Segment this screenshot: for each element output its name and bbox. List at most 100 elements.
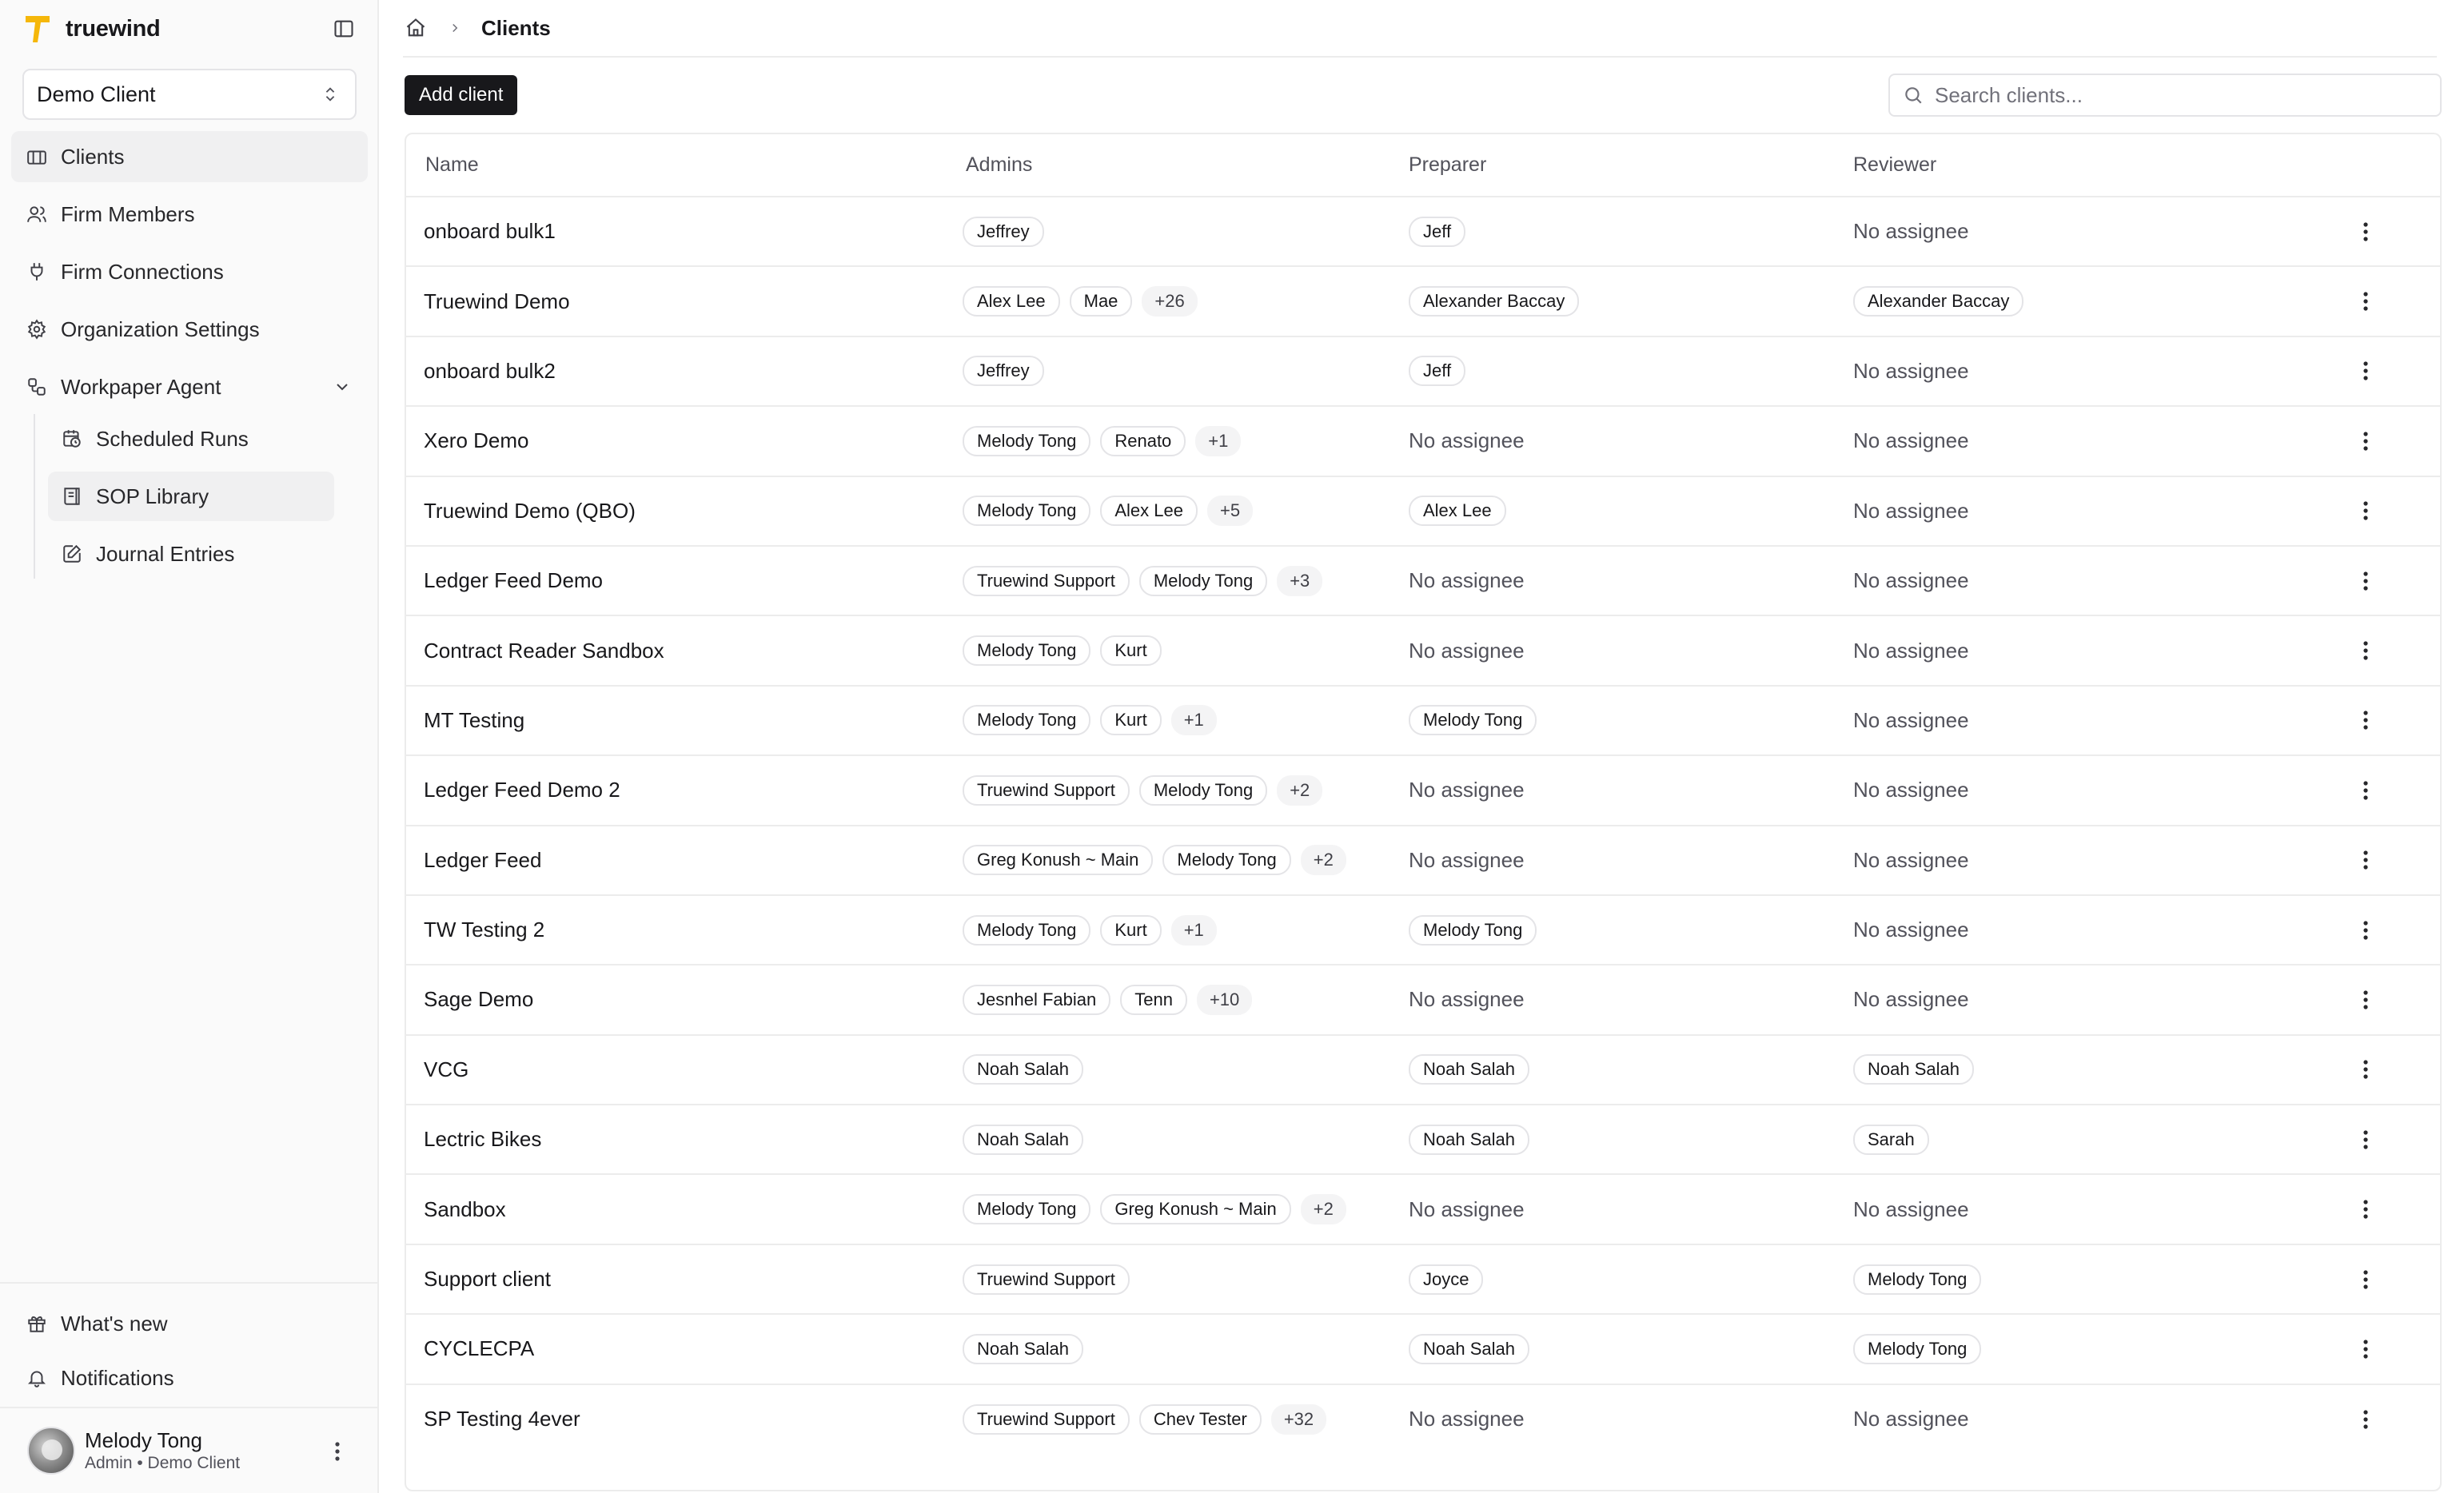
column-header-preparer[interactable]: Preparer (1409, 134, 1853, 197)
admin-chip[interactable]: Alex Lee (1100, 496, 1198, 527)
brand[interactable]: truewind (24, 13, 161, 45)
client-name[interactable]: CYCLECPA (424, 1336, 534, 1360)
reviewer-chip[interactable]: Alexander Baccay (1853, 286, 2024, 317)
sidebar-toggle-button[interactable] (331, 16, 357, 42)
client-name-cell[interactable]: Truewind Demo (QBO) (406, 476, 963, 547)
client-name[interactable]: MT Testing (424, 708, 524, 732)
admin-chip[interactable]: Kurt (1100, 635, 1162, 667)
admin-more-chip[interactable]: +3 (1277, 565, 1323, 596)
nav-item-organization-settings[interactable]: Organization Settings (11, 304, 368, 355)
client-name-cell[interactable]: Ledger Feed Demo (406, 545, 963, 617)
row-actions-button[interactable] (2354, 914, 2378, 946)
admin-more-chip[interactable]: +10 (1196, 984, 1253, 1015)
preparer-chip[interactable]: Jeff (1409, 356, 1466, 387)
nav-item-clients[interactable]: Clients (11, 131, 368, 182)
admin-chip[interactable]: Greg Konush ~ Main (963, 845, 1154, 876)
admin-chip[interactable]: Melody Tong (1138, 565, 1268, 596)
reviewer-unassigned[interactable]: No assignee (1853, 848, 1969, 872)
admin-chip[interactable]: Jeffrey (963, 356, 1044, 387)
nav-item-workpaper-agent[interactable]: Workpaper Agent (11, 361, 368, 412)
admin-chip[interactable]: Tenn (1120, 984, 1187, 1015)
admin-chip[interactable]: Mae (1069, 286, 1133, 317)
preparer-unassigned[interactable]: No assignee (1409, 568, 1525, 592)
preparer-unassigned[interactable]: No assignee (1409, 987, 1525, 1011)
admin-chip[interactable]: Chev Tester (1138, 1403, 1262, 1435)
reviewer-unassigned[interactable]: No assignee (1853, 918, 1969, 942)
client-name-cell[interactable]: Xero Demo (406, 406, 963, 477)
client-name-cell[interactable]: Support client (406, 1244, 963, 1316)
search-box[interactable] (1888, 74, 2442, 117)
breadcrumb-home[interactable] (403, 15, 429, 41)
preparer-chip[interactable]: Noah Salah (1409, 1333, 1529, 1364)
client-name[interactable]: Truewind Demo (424, 289, 570, 313)
admin-more-chip[interactable]: +26 (1142, 286, 1198, 317)
row-actions-button[interactable] (2354, 844, 2378, 876)
row-actions-button[interactable] (2354, 216, 2378, 248)
reviewer-unassigned[interactable]: No assignee (1853, 708, 1969, 732)
client-name-cell[interactable]: Ledger Feed Demo 2 (406, 755, 963, 826)
admin-more-chip[interactable]: +2 (1300, 845, 1346, 876)
row-actions-button[interactable] (2354, 984, 2378, 1016)
client-name-cell[interactable]: Sandbox (406, 1174, 963, 1245)
admin-chip[interactable]: Jeffrey (963, 216, 1044, 247)
client-name-cell[interactable]: onboard bulk1 (406, 197, 963, 268)
add-client-button[interactable]: Add client (405, 75, 518, 115)
client-name[interactable]: onboard bulk1 (424, 219, 556, 243)
admin-chip[interactable]: Melody Tong (963, 914, 1091, 946)
admin-chip[interactable]: Greg Konush ~ Main (1100, 1194, 1291, 1225)
client-name[interactable]: Lectric Bikes (424, 1127, 541, 1151)
row-actions-button[interactable] (2354, 1193, 2378, 1225)
admin-chip[interactable]: Melody Tong (963, 635, 1091, 667)
client-name[interactable]: SP Testing 4ever (424, 1407, 580, 1431)
reviewer-unassigned[interactable]: No assignee (1853, 428, 1969, 452)
table-row[interactable]: TW Testing 2 Melody Tong Kurt +1 Melody Tong… (406, 894, 2440, 966)
client-name[interactable]: VCG (424, 1057, 468, 1081)
table-row[interactable]: Contract Reader Sandbox Melody Tong Kurt No… (406, 615, 2440, 687)
client-name[interactable]: Sage Demo (424, 987, 533, 1011)
reviewer-chip[interactable]: Melody Tong (1853, 1264, 1982, 1295)
table-row[interactable]: Ledger Feed Greg Konush ~ Main Melody Tong… (406, 825, 2440, 896)
row-actions-button[interactable] (2354, 355, 2378, 387)
row-actions-button[interactable] (2354, 495, 2378, 527)
admin-more-chip[interactable]: +1 (1170, 705, 1217, 736)
preparer-chip[interactable]: Melody Tong (1409, 705, 1537, 736)
nav-item-firm-members[interactable]: Firm Members (11, 189, 368, 240)
admin-chip[interactable]: Renato (1100, 425, 1186, 456)
preparer-chip[interactable]: Noah Salah (1409, 1054, 1529, 1085)
client-name-cell[interactable]: Lectric Bikes (406, 1105, 963, 1176)
admin-chip[interactable]: Noah Salah (963, 1124, 1083, 1155)
table-row[interactable]: onboard bulk2 Jeffrey Jeff No assignee (406, 336, 2440, 408)
user-menu-button[interactable] (326, 1439, 349, 1464)
admin-chip[interactable]: Truewind Support (963, 1403, 1130, 1435)
table-row[interactable]: VCG Noah Salah Noah Salah Noah Salah (406, 1034, 2440, 1106)
admin-chip[interactable]: Melody Tong (963, 705, 1091, 736)
preparer-chip[interactable]: Jeff (1409, 216, 1466, 247)
client-name[interactable]: Sandbox (424, 1197, 506, 1221)
client-name[interactable]: Contract Reader Sandbox (424, 639, 664, 663)
nav-item-journal-entries[interactable]: Journal Entries (48, 529, 334, 579)
admin-chip[interactable]: Melody Tong (963, 425, 1091, 456)
client-name-cell[interactable]: onboard bulk2 (406, 336, 963, 408)
client-name-cell[interactable]: Contract Reader Sandbox (406, 615, 963, 687)
row-actions-button[interactable] (2354, 1264, 2378, 1296)
preparer-unassigned[interactable]: No assignee (1409, 778, 1525, 802)
client-name[interactable]: Truewind Demo (QBO) (424, 499, 636, 523)
client-name-cell[interactable]: VCG (406, 1034, 963, 1106)
preparer-unassigned[interactable]: No assignee (1409, 639, 1525, 663)
admin-chip[interactable]: Melody Tong (1138, 774, 1268, 806)
row-actions-button[interactable] (2354, 774, 2378, 806)
table-row[interactable]: Lectric Bikes Noah Salah Noah Salah Sarah (406, 1105, 2440, 1176)
reviewer-unassigned[interactable]: No assignee (1853, 499, 1969, 523)
row-actions-button[interactable] (2354, 565, 2378, 597)
admin-more-chip[interactable]: +1 (1170, 914, 1217, 946)
admin-chip[interactable]: Melody Tong (1162, 845, 1291, 876)
table-row[interactable]: Ledger Feed Demo 2 Truewind Support Melody… (406, 755, 2440, 826)
preparer-unassigned[interactable]: No assignee (1409, 428, 1525, 452)
table-row[interactable]: Support client Truewind Support Joyce Melod… (406, 1244, 2440, 1316)
admin-more-chip[interactable]: +5 (1206, 496, 1254, 527)
reviewer-unassigned[interactable]: No assignee (1853, 1407, 1969, 1431)
admin-chip[interactable]: Kurt (1100, 705, 1162, 736)
table-row[interactable]: Sandbox Melody Tong Greg Konush ~ Main +2 No… (406, 1174, 2440, 1245)
row-actions-button[interactable] (2354, 1333, 2378, 1365)
reviewer-unassigned[interactable]: No assignee (1853, 359, 1969, 383)
